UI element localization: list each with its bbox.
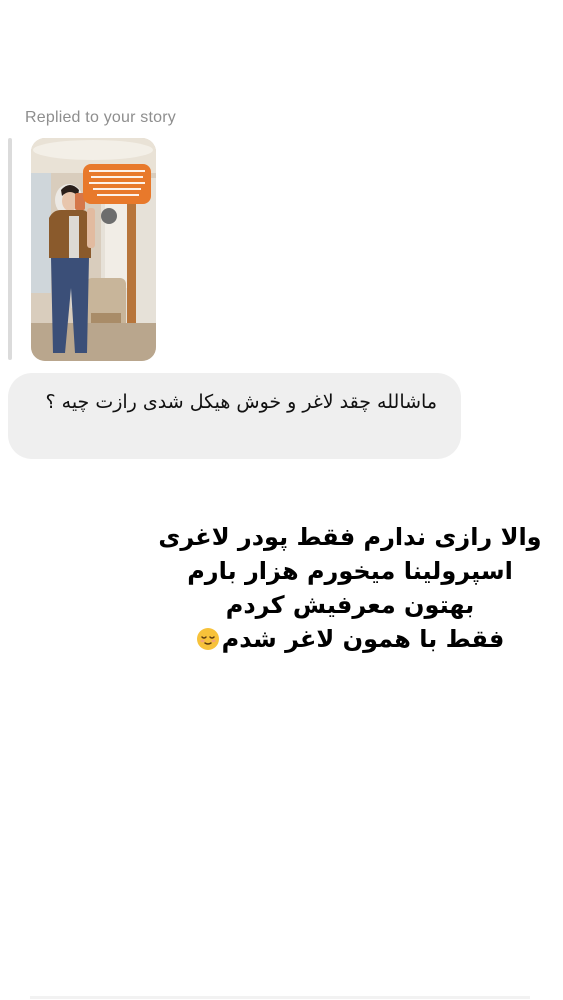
caption-line-1: والا رازی ندارم فقط پودر لاغری <box>158 523 542 551</box>
story-photo-thumbnail-icon <box>31 138 156 361</box>
replied-to-story-label: Replied to your story <box>25 109 176 126</box>
caption-line-2: اسپرولینا میخورم هزار بارم <box>187 557 513 585</box>
overlay-caption: والا رازی ندارم فقط پودر لاغری اسپرولینا… <box>150 520 550 656</box>
caption-line-3: بهتون معرفیش کردم <box>225 591 475 619</box>
message-bubble[interactable]: ماشالله چقد لاغر و خوش هیکل شدی رازت چیه… <box>8 373 461 459</box>
bottom-divider <box>30 996 530 999</box>
caption-line-4: فقط با همون لاغر شدم <box>150 622 550 656</box>
caption-line-4-text: فقط با همون لاغر شدم <box>221 625 505 653</box>
relieved-face-emoji-icon <box>196 628 219 650</box>
message-text: ماشالله چقد لاغر و خوش هیکل شدی رازت چیه… <box>45 391 437 413</box>
reply-quote-bar <box>8 138 12 360</box>
story-thumbnail[interactable] <box>31 138 156 361</box>
